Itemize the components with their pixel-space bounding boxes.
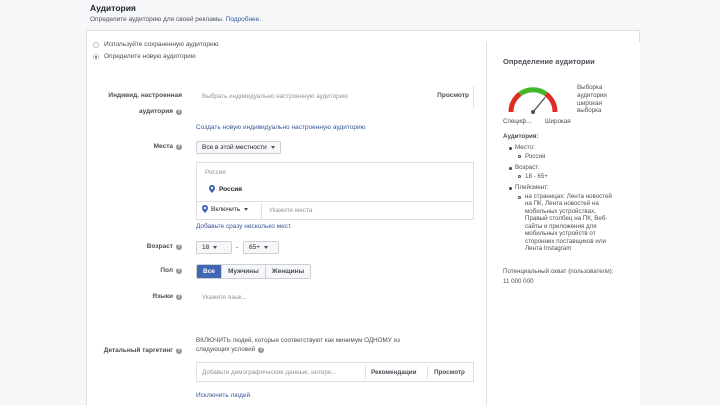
sidebar-title: Определение аудитории <box>503 57 595 66</box>
potential-reach-value: 11 000 000 <box>503 278 534 285</box>
divider <box>197 201 473 202</box>
custom-audience-browse-button[interactable]: Просмотр <box>437 92 469 99</box>
divider <box>427 366 428 379</box>
chevron-down-icon <box>270 146 275 149</box>
radio-label: Используйте сохраненную аудиторию <box>104 41 219 48</box>
audience-editor: Аудитория Определите аудиторию для своей… <box>0 0 720 405</box>
gender-label: Пол ? <box>160 267 182 274</box>
gender-women-button[interactable]: Женщины <box>265 265 311 278</box>
locations-label: Места ? <box>153 143 182 150</box>
age-label: Возраст ? <box>146 243 182 250</box>
selected-location[interactable]: Россия <box>209 185 242 193</box>
chevron-down-icon <box>213 246 218 249</box>
placements-value: на страницах: Лента новостей на ПК, Лент… <box>525 193 612 253</box>
gauge-right-label: Широкая <box>545 118 571 125</box>
potential-reach-label: Потенциальный охват (пользователи): <box>503 268 614 275</box>
radio-saved-audience[interactable]: Используйте сохраненную аудиторию <box>93 41 219 48</box>
location-group-title: Россия <box>205 169 226 176</box>
divider <box>261 203 262 219</box>
custom-audience-input[interactable]: Выбрать индивидуально настроенную аудито… <box>196 86 474 108</box>
bulk-locations-link[interactable]: Добавьте сразу несколько мест. <box>196 223 292 230</box>
section-header: Аудитория Определите аудиторию для своей… <box>90 3 261 23</box>
age-separator: - <box>236 244 239 251</box>
gender-all-button[interactable]: Все <box>197 265 222 278</box>
location-box: Россия Россия Включить Укажите места <box>196 162 474 220</box>
radio-label: Определите новую аудиторию <box>104 53 196 60</box>
location-search-input[interactable]: Укажите места <box>269 207 312 214</box>
location-heading: Место: <box>515 144 535 151</box>
detailed-browse-button[interactable]: Просмотр <box>434 369 465 376</box>
info-icon[interactable]: ? <box>176 108 182 115</box>
include-criteria-text: ВКЛЮЧИТЬ людей, которые соответствуют ка… <box>196 337 400 353</box>
chevron-down-icon <box>264 246 269 249</box>
custom-audience-label: Индивид. настроенная <box>108 92 182 99</box>
info-icon[interactable]: ? <box>258 346 265 353</box>
gauge-left-label: Специф... <box>503 118 532 125</box>
include-dropdown[interactable]: Включить <box>202 205 249 213</box>
info-icon[interactable]: ? <box>176 347 182 354</box>
audience-definition-sidebar: Определение аудитории Специф... Широкая … <box>486 42 640 405</box>
languages-label: Языки ? <box>152 293 182 300</box>
gender-men-button[interactable]: Мужчины <box>221 265 266 278</box>
languages-input[interactable]: Укажите язык... <box>202 294 247 301</box>
suggestions-button[interactable]: Рекомендации <box>371 369 416 376</box>
gender-selector: Все Мужчины Женщины <box>196 264 312 279</box>
create-custom-audience-link[interactable]: Создать новую индивидуально настроенную … <box>196 124 365 131</box>
placements-heading: Плейсмент: <box>515 184 549 191</box>
age-heading: Возраст: <box>515 164 540 171</box>
age-min-dropdown[interactable]: 18 <box>196 241 232 254</box>
info-icon[interactable]: ? <box>176 293 182 300</box>
location-type-dropdown[interactable]: Все в этой местности <box>196 141 281 154</box>
location-pin-icon <box>202 205 208 213</box>
gauge-needle <box>532 96 546 113</box>
exclude-people-link[interactable]: Исключить людей <box>196 392 250 399</box>
info-icon[interactable]: ? <box>176 143 182 150</box>
audience-heading: Аудитория: <box>503 133 539 140</box>
detailed-targeting-label: Детальный таргетинг ? <box>103 347 182 354</box>
detailed-targeting-input[interactable]: Добавьте демографические данные, интере.… <box>196 362 474 382</box>
age-max-dropdown[interactable]: 65+ <box>243 241 279 254</box>
audience-gauge <box>508 87 558 114</box>
gauge-note: Выборка аудитории широкая выборка <box>577 84 607 115</box>
info-icon[interactable]: ? <box>176 267 182 274</box>
custom-audience-label-line2: аудитория ? <box>138 108 182 115</box>
location-pin-icon <box>209 185 215 193</box>
learn-more-link[interactable]: Подробнее. <box>226 16 262 23</box>
section-subtitle: Определите аудиторию для своей рекламы. … <box>90 16 262 23</box>
location-value: Россия <box>525 153 546 160</box>
radio-button-selected[interactable] <box>93 53 99 60</box>
radio-button[interactable] <box>93 41 99 48</box>
chevron-down-icon <box>244 207 249 211</box>
info-icon[interactable]: ? <box>176 243 182 250</box>
divider <box>365 366 366 379</box>
age-value: 18 - 65+ <box>525 173 548 180</box>
section-title: Аудитория <box>90 3 136 13</box>
radio-new-audience[interactable]: Определите новую аудиторию <box>93 53 196 60</box>
